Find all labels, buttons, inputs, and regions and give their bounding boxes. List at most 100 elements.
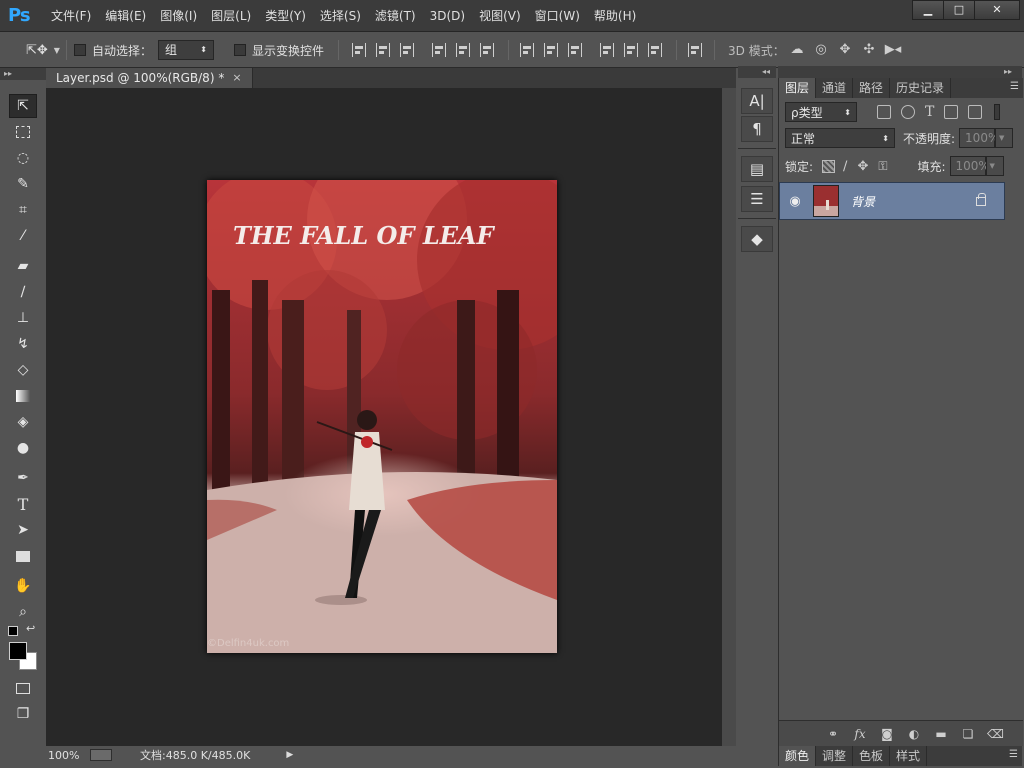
tab-layers[interactable]: 图层 <box>779 78 817 98</box>
menu-filter[interactable]: 滤镜(T) <box>368 0 423 32</box>
path-select-tool[interactable]: ➤ <box>9 518 37 542</box>
close-tab-icon[interactable]: × <box>232 68 241 88</box>
align-right-button[interactable] <box>480 32 494 68</box>
swap-colors-icon[interactable]: ↩ <box>26 622 35 635</box>
fx-icon[interactable]: fx <box>852 727 868 741</box>
lock-paint-brush-icon[interactable]: ∕ <box>843 159 847 174</box>
gradient-tool[interactable] <box>9 384 37 408</box>
show-transform-checkbox[interactable] <box>234 44 246 56</box>
auto-select-checkbox[interactable] <box>74 44 86 56</box>
clone-stamp-tool[interactable]: ⊥ <box>9 306 37 330</box>
pen-tool[interactable]: ✒ <box>9 466 37 490</box>
distribute-top-button[interactable] <box>520 32 534 68</box>
filter-adjustment-icon[interactable] <box>901 105 915 119</box>
new-layer-icon[interactable]: ❏ <box>960 727 976 741</box>
menu-layer[interactable]: 图层(L) <box>204 0 258 32</box>
auto-align-button[interactable] <box>688 32 702 68</box>
vertical-scrollbar[interactable] <box>722 88 736 746</box>
layer-name[interactable]: 背景 <box>851 193 976 210</box>
move-tool-preset[interactable]: ⇱✥ ▼ <box>26 32 60 68</box>
hand-tool[interactable]: ✋ <box>9 574 37 598</box>
shape-tool[interactable] <box>9 544 37 568</box>
3d-slide-button[interactable]: ✣ <box>860 32 878 68</box>
filter-pixel-icon[interactable] <box>877 105 891 119</box>
3d-panel-button[interactable]: ◆ <box>741 226 773 252</box>
filter-smart-object-icon[interactable] <box>968 105 983 119</box>
3d-rotate-button[interactable]: ☁ <box>788 32 806 68</box>
dock-collapse-strip[interactable]: ◂◂ <box>738 66 776 78</box>
adjustment-icon[interactable]: ◐ <box>906 727 922 741</box>
close-button[interactable]: ✕ <box>974 0 1020 20</box>
lasso-tool[interactable]: ◌ <box>9 146 37 170</box>
document-tab[interactable]: Layer.psd @ 100%(RGB/8) * × <box>46 68 253 88</box>
eraser-tool[interactable]: ◇ <box>9 358 37 382</box>
fill-input[interactable]: 100% <box>949 156 990 176</box>
filter-type-icon[interactable]: T <box>925 104 934 120</box>
tab-color[interactable]: 颜色 <box>779 746 817 766</box>
3d-drag-button[interactable]: ✥ <box>836 32 854 68</box>
menu-view[interactable]: 视图(V) <box>472 0 528 32</box>
menu-window[interactable]: 窗口(W) <box>528 0 587 32</box>
healing-brush-tool[interactable]: ▰ <box>9 254 37 278</box>
lock-all-icon[interactable]: ⚿ <box>878 159 887 174</box>
distribute-right-button[interactable] <box>648 32 662 68</box>
blur-tool[interactable]: ◈ <box>9 410 37 434</box>
distribute-vcenter-button[interactable] <box>544 32 558 68</box>
align-left-button[interactable] <box>432 32 446 68</box>
filter-toggle-icon[interactable] <box>994 104 1001 120</box>
distribute-hcenter-button[interactable] <box>624 32 638 68</box>
align-hcenter-button[interactable] <box>456 32 470 68</box>
screen-mode-button[interactable]: ❐ <box>9 702 37 726</box>
menu-select[interactable]: 选择(S) <box>313 0 368 32</box>
filter-shape-icon[interactable] <box>944 105 959 119</box>
align-bottom-button[interactable] <box>400 32 414 68</box>
menu-type[interactable]: 类型(Y) <box>258 0 313 32</box>
distribute-left-button[interactable] <box>600 32 614 68</box>
folder-icon[interactable]: ▬ <box>933 727 949 741</box>
lock-transparent-icon[interactable] <box>822 159 836 173</box>
document-image[interactable]: THE FALL OF LEAF ©Delfin4uk.com <box>207 180 557 653</box>
history-brush-tool[interactable]: ↯ <box>9 332 37 356</box>
type-tool[interactable]: T <box>9 492 37 516</box>
quick-mask-button[interactable] <box>9 676 37 700</box>
auto-select-dropdown[interactable]: 组 ⬍ <box>158 40 214 60</box>
quick-select-tool[interactable]: ✎ <box>9 172 37 196</box>
crop-tool[interactable]: ⌗ <box>9 198 37 222</box>
panel-menu-icon[interactable]: ☰ <box>1010 81 1019 92</box>
opacity-slider-button[interactable]: ▼ <box>995 128 1014 148</box>
marquee-tool[interactable] <box>9 120 37 144</box>
align-top-button[interactable] <box>352 32 366 68</box>
3d-scale-button[interactable]: ▶◂ <box>884 32 902 68</box>
layer-row-background[interactable]: ◉ 背景 <box>779 182 1005 220</box>
notes-panel-button[interactable]: ☰ <box>741 186 773 212</box>
menu-file[interactable]: 文件(F) <box>44 0 98 32</box>
3d-roll-button[interactable]: ◎ <box>812 32 830 68</box>
tab-styles[interactable]: 样式 <box>890 746 928 766</box>
minimize-button[interactable]: ▁ <box>912 0 944 20</box>
status-info-icon[interactable] <box>90 749 112 761</box>
eye-icon[interactable]: ◉ <box>780 194 810 209</box>
brush-tool[interactable]: ∕ <box>9 280 37 304</box>
tab-adjustments[interactable]: 调整 <box>816 746 854 766</box>
default-colors-icon[interactable] <box>8 626 18 636</box>
tab-swatches[interactable]: 色板 <box>853 746 891 766</box>
zoom-tool[interactable]: ⌕ <box>9 600 37 624</box>
maximize-button[interactable]: □ <box>943 0 975 20</box>
paragraph-panel-button[interactable]: ¶ <box>741 116 773 142</box>
blend-mode-dropdown[interactable]: 正常 ⬍ <box>785 128 895 148</box>
layer-filter-dropdown[interactable]: ρ类型 ⬍ <box>785 102 857 122</box>
link-icon[interactable]: ⚭ <box>825 727 841 741</box>
menu-edit[interactable]: 编辑(E) <box>98 0 153 32</box>
foreground-color-swatch[interactable] <box>9 642 27 660</box>
trash-icon[interactable]: ⌫ <box>987 727 1004 741</box>
menu-help[interactable]: 帮助(H) <box>587 0 643 32</box>
character-panel-button[interactable]: A| <box>741 88 773 114</box>
eyedropper-tool[interactable]: ⁄ <box>9 224 37 248</box>
tab-paths[interactable]: 路径 <box>853 78 891 98</box>
distribute-bottom-button[interactable] <box>568 32 582 68</box>
panel-collapse-strip[interactable]: ▸▸ <box>778 66 1022 78</box>
opacity-input[interactable]: 100% <box>959 128 999 148</box>
move-tool[interactable]: ⇱ <box>9 94 37 118</box>
properties-panel-button[interactable]: ▤ <box>741 156 773 182</box>
zoom-level[interactable]: 100% <box>46 749 90 762</box>
